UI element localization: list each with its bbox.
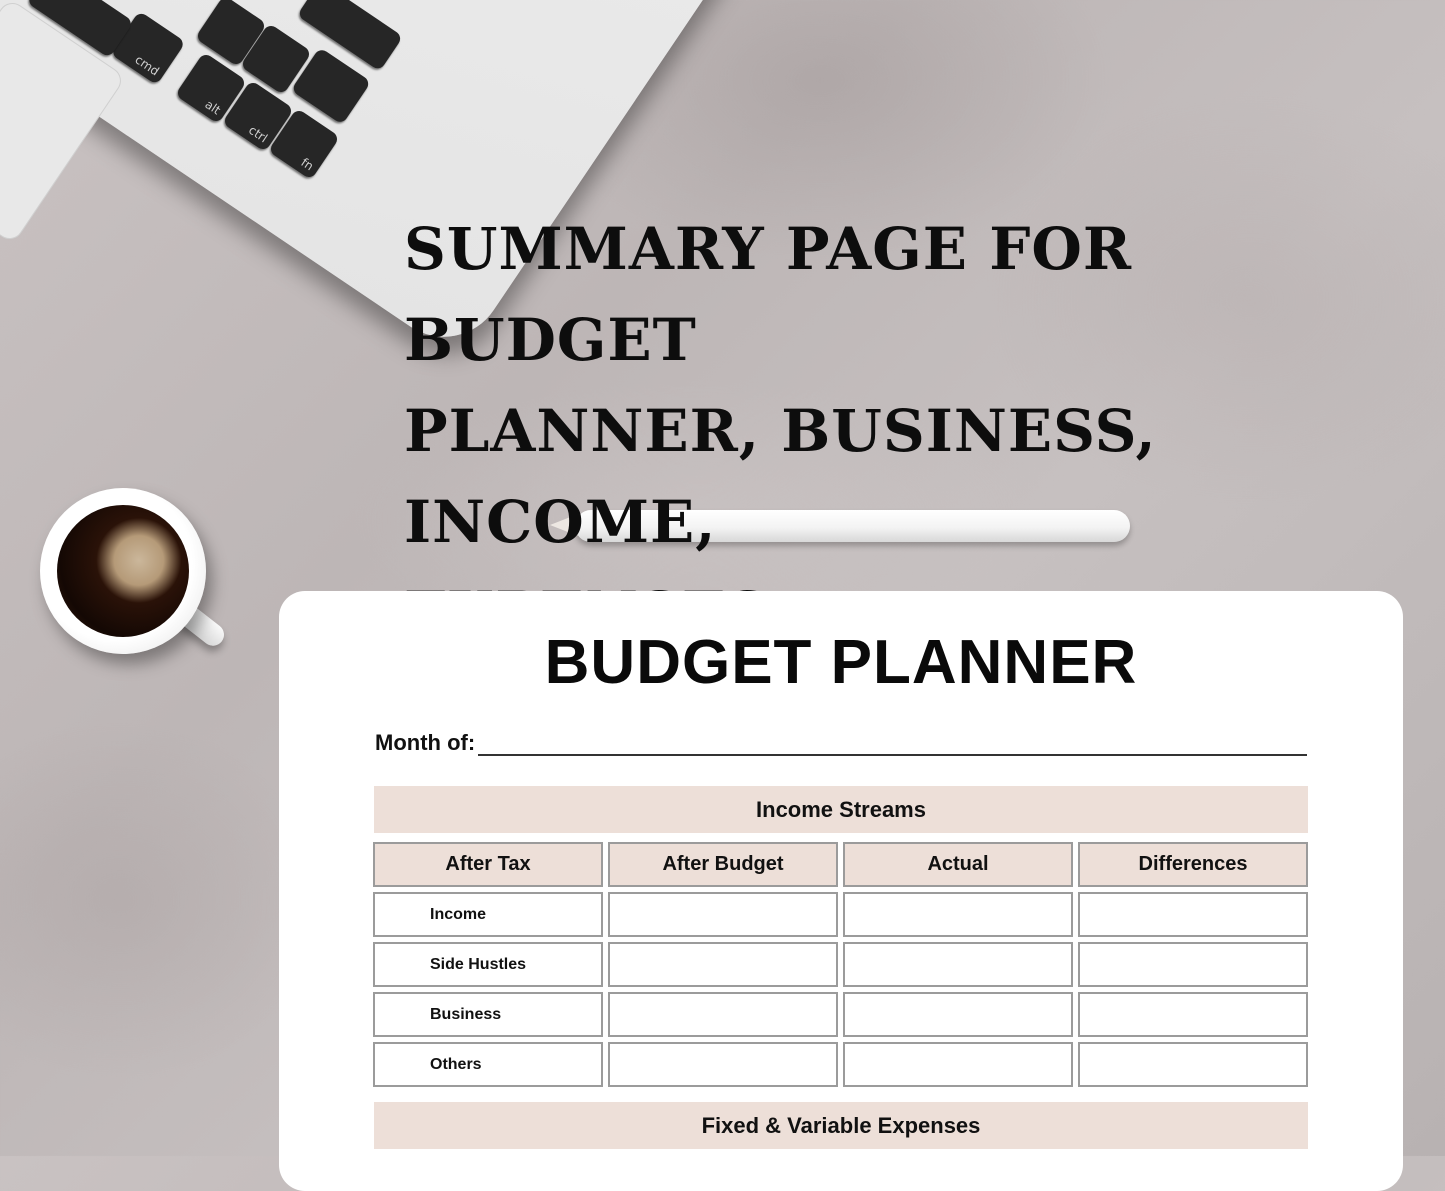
row-label-income: Income [373, 892, 603, 937]
income-streams-table: After Tax After Budget Actual Difference… [373, 842, 1309, 1087]
row-label-side-hustles: Side Hustles [373, 942, 603, 987]
side-hustles-differences-cell[interactable] [1078, 942, 1308, 987]
headline-line: SUMMARY PAGE FOR BUDGET [404, 215, 1133, 374]
others-after-budget-cell[interactable] [608, 1042, 838, 1087]
column-header-after-tax: After Tax [373, 842, 603, 887]
row-label-others: Others [373, 1042, 603, 1087]
income-actual-cell[interactable] [843, 892, 1073, 937]
headline-line: PLANNER, BUSINESS, INCOME, [404, 397, 1157, 556]
fixed-variable-expenses-header: Fixed & Variable Expenses [374, 1102, 1308, 1149]
month-of-input-line[interactable] [478, 734, 1307, 756]
coffee-liquid [57, 505, 189, 637]
income-after-budget-cell[interactable] [608, 892, 838, 937]
planner-title: BUDGET PLANNER [544, 628, 1138, 697]
column-header-after-budget: After Budget [608, 842, 838, 887]
key-label: ctrl [246, 122, 271, 146]
business-differences-cell[interactable] [1078, 992, 1308, 1037]
others-differences-cell[interactable] [1078, 1042, 1308, 1087]
side-hustles-actual-cell[interactable] [843, 942, 1073, 987]
business-actual-cell[interactable] [843, 992, 1073, 1037]
row-label-business: Business [373, 992, 603, 1037]
month-of-field: Month of: [375, 730, 1307, 756]
month-of-label: Month of: [375, 730, 476, 755]
side-hustles-after-budget-cell[interactable] [608, 942, 838, 987]
income-differences-cell[interactable] [1078, 892, 1308, 937]
column-header-actual: Actual [843, 842, 1073, 887]
column-header-differences: Differences [1078, 842, 1308, 887]
key-label: fn [298, 155, 317, 174]
budget-planner-sheet: BUDGET PLANNER Month of: Income Streams … [279, 591, 1403, 1191]
key-label: cmd [132, 52, 162, 79]
others-actual-cell[interactable] [843, 1042, 1073, 1087]
key-label: alt [202, 97, 224, 118]
income-streams-header: Income Streams [374, 786, 1308, 833]
business-after-budget-cell[interactable] [608, 992, 838, 1037]
